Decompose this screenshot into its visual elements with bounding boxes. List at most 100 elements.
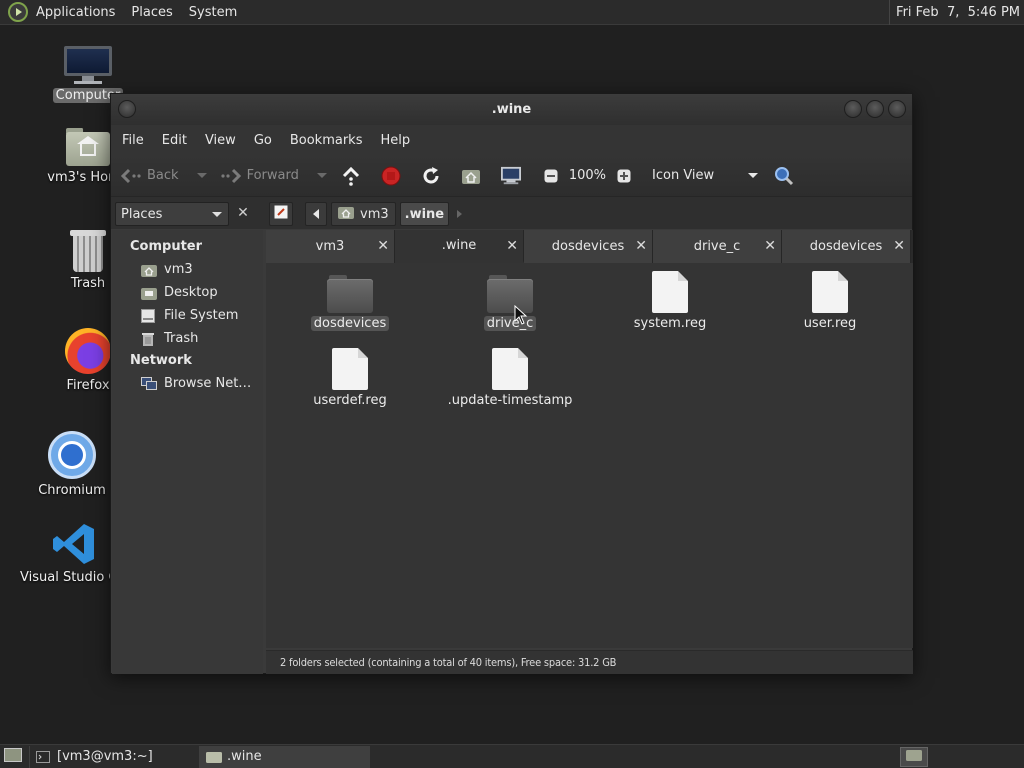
forward-label: Forward bbox=[246, 168, 299, 183]
back-label: Back bbox=[147, 168, 179, 183]
maximize-button[interactable] bbox=[866, 100, 884, 118]
file-view[interactable]: dosdevices drive_c system.reg user.reg u… bbox=[266, 263, 913, 648]
tab-dosdevices[interactable]: dosdevices ✕ bbox=[524, 230, 653, 263]
tab-label: .wine bbox=[441, 238, 477, 253]
menu-help[interactable]: Help bbox=[371, 133, 419, 148]
system-menu[interactable]: System bbox=[181, 0, 245, 25]
desktop-icon bbox=[141, 286, 157, 300]
up-button[interactable] bbox=[341, 166, 367, 186]
breadcrumb-back-button[interactable] bbox=[305, 202, 327, 226]
tab-dosdevices-2[interactable]: dosdevices ✕ bbox=[782, 230, 911, 263]
sidebar-type-select[interactable]: Places bbox=[115, 202, 229, 226]
zoom-controls: 100% bbox=[541, 166, 642, 186]
menu-edit[interactable]: Edit bbox=[153, 133, 196, 148]
search-button[interactable] bbox=[774, 166, 800, 186]
file-name: userdef.reg bbox=[313, 393, 387, 408]
stop-button[interactable] bbox=[381, 166, 407, 186]
file-item-system-reg[interactable]: system.reg bbox=[590, 271, 750, 331]
close-tab-icon[interactable]: ✕ bbox=[506, 238, 518, 254]
file-item-dosdevices[interactable]: dosdevices bbox=[270, 275, 430, 331]
file-item-userdef-reg[interactable]: userdef.reg bbox=[270, 348, 430, 408]
menu-view[interactable]: View bbox=[196, 133, 245, 148]
taskbar-item-terminal[interactable]: [vm3@vm3:~] bbox=[30, 745, 200, 768]
taskbar-item-wine[interactable]: .wine bbox=[200, 745, 370, 768]
home-icon bbox=[141, 263, 157, 277]
applications-menu[interactable]: Applications bbox=[28, 0, 123, 25]
places-menu[interactable]: Places bbox=[123, 0, 180, 25]
file-icon bbox=[812, 271, 848, 313]
file-name: system.reg bbox=[633, 316, 707, 331]
breadcrumb-label: vm3 bbox=[360, 206, 389, 222]
terminal-icon bbox=[36, 750, 50, 763]
trash-icon bbox=[70, 230, 106, 272]
window-menu-button[interactable] bbox=[118, 100, 136, 118]
back-button[interactable]: Back bbox=[121, 166, 207, 186]
zoom-in-icon[interactable] bbox=[614, 166, 634, 186]
forward-button[interactable]: Forward bbox=[220, 166, 327, 186]
network-icon bbox=[141, 376, 157, 391]
close-tab-icon[interactable]: ✕ bbox=[377, 238, 389, 254]
home-icon bbox=[338, 205, 354, 223]
file-name: dosdevices bbox=[310, 316, 390, 331]
home-button[interactable] bbox=[461, 166, 487, 186]
close-tab-icon[interactable]: ✕ bbox=[893, 238, 905, 254]
desktop-icon-vscode[interactable]: Visual Studio Code bbox=[20, 522, 120, 585]
forward-history-arrow-icon[interactable] bbox=[316, 173, 327, 178]
forward-arrow-icon bbox=[220, 166, 241, 186]
file-item-user-reg[interactable]: user.reg bbox=[750, 271, 910, 331]
panel-clock[interactable]: Fri Feb 7, 5:46 PM bbox=[889, 0, 1020, 25]
zoom-out-icon[interactable] bbox=[541, 166, 561, 186]
computer-button[interactable] bbox=[500, 166, 527, 186]
breadcrumb-forward-arrow-icon[interactable] bbox=[457, 210, 463, 218]
minimize-button[interactable] bbox=[844, 100, 862, 118]
tab-wine[interactable]: .wine ✕ bbox=[395, 230, 524, 263]
desktop-icon-label: Chromium bbox=[38, 483, 106, 498]
file-item-update-timestamp[interactable]: .update-timestamp bbox=[430, 348, 590, 408]
tab-vm3[interactable]: vm3 ✕ bbox=[266, 230, 395, 263]
desktop-icon-label: Firefox bbox=[66, 378, 110, 393]
reload-button[interactable] bbox=[421, 166, 447, 186]
breadcrumb: vm3 .wine bbox=[305, 202, 463, 226]
sidebar-item-browse-network[interactable]: Browse Net… bbox=[112, 372, 263, 395]
file-icon bbox=[652, 271, 688, 313]
breadcrumb-item-wine[interactable]: .wine bbox=[399, 202, 450, 226]
sidebar-item-label: Desktop bbox=[164, 285, 218, 300]
file-name: user.reg bbox=[803, 316, 857, 331]
sidebar-item-trash[interactable]: Trash bbox=[112, 327, 263, 350]
view-mode-arrow-icon bbox=[748, 173, 759, 178]
menu-bookmarks[interactable]: Bookmarks bbox=[281, 133, 372, 148]
close-button[interactable] bbox=[888, 100, 906, 118]
menubar: File Edit View Go Bookmarks Help bbox=[111, 125, 912, 155]
file-name: drive_c bbox=[483, 316, 537, 331]
breadcrumb-item-vm3[interactable]: vm3 bbox=[331, 202, 396, 226]
taskbar-item-label: [vm3@vm3:~] bbox=[57, 749, 153, 764]
sidebar-item-vm3[interactable]: vm3 bbox=[112, 258, 263, 281]
reload-icon bbox=[421, 166, 441, 186]
mate-logo-icon[interactable] bbox=[8, 2, 28, 22]
sidebar-item-file-system[interactable]: File System bbox=[112, 304, 263, 327]
menu-file[interactable]: File bbox=[113, 133, 153, 148]
show-desktop-button[interactable] bbox=[0, 745, 30, 768]
tab-label: vm3 bbox=[315, 239, 345, 254]
breadcrumb-label: .wine bbox=[404, 206, 445, 222]
menu-go[interactable]: Go bbox=[245, 133, 281, 148]
file-icon bbox=[492, 348, 528, 390]
file-item-drive-c[interactable]: drive_c bbox=[430, 275, 590, 331]
close-tab-icon[interactable]: ✕ bbox=[764, 238, 776, 254]
toolbar: Back Forward 100% Icon View bbox=[111, 155, 912, 197]
sidebar-item-desktop[interactable]: Desktop bbox=[112, 281, 263, 304]
window-titlebar[interactable]: .wine bbox=[111, 94, 912, 125]
edit-location-button[interactable] bbox=[269, 202, 293, 226]
chevron-down-icon bbox=[212, 212, 222, 217]
back-history-arrow-icon[interactable] bbox=[196, 173, 207, 178]
tab-drive-c[interactable]: drive_c ✕ bbox=[653, 230, 782, 263]
close-tab-icon[interactable]: ✕ bbox=[635, 238, 647, 254]
view-mode-select[interactable]: Icon View bbox=[652, 168, 759, 183]
chromium-icon bbox=[48, 431, 96, 479]
folder-icon bbox=[327, 275, 373, 313]
close-sidebar-icon[interactable]: ✕ bbox=[233, 203, 253, 223]
workspace-switcher[interactable] bbox=[900, 747, 928, 767]
computer-icon bbox=[64, 46, 112, 84]
places-sidebar: Computer vm3 Desktop File System Trash N bbox=[112, 230, 263, 674]
edit-location-icon bbox=[274, 205, 288, 223]
